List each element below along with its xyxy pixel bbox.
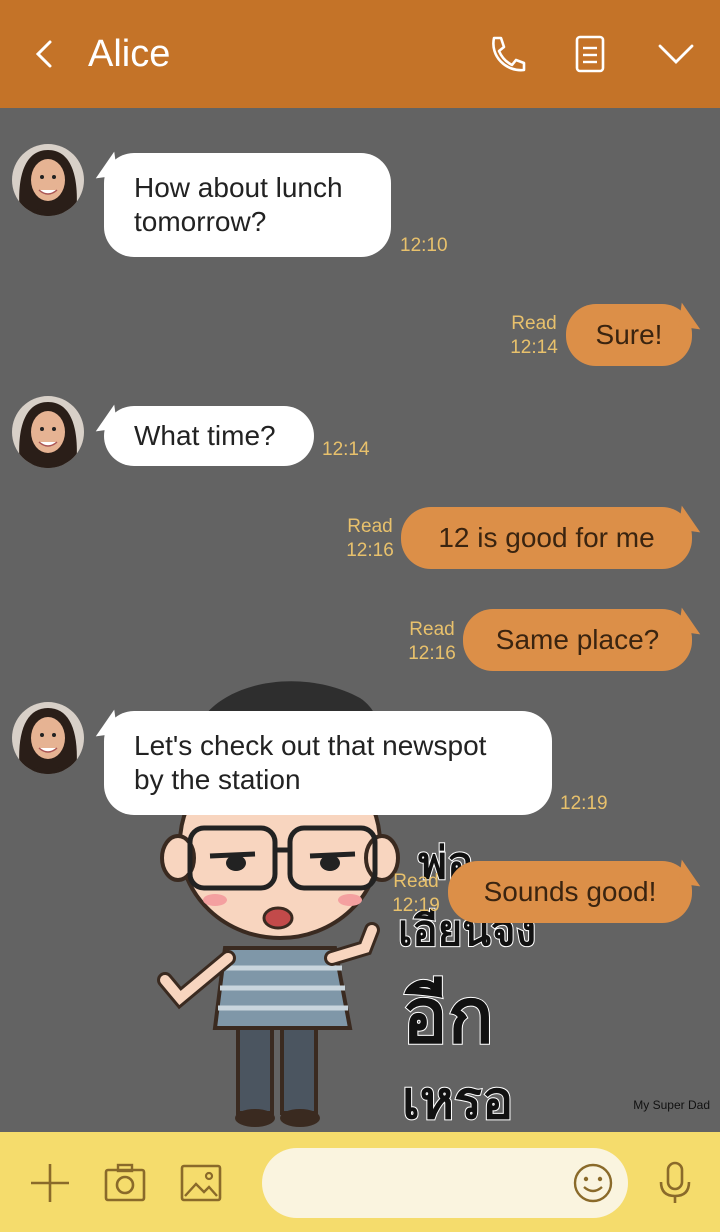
input-bar [0, 1132, 720, 1232]
note-icon[interactable] [568, 32, 612, 76]
message-bubble-out[interactable]: Sure! [566, 304, 692, 366]
message-bubble-out[interactable]: 12 is good for me [401, 507, 692, 569]
chat-header: Alice [0, 0, 720, 108]
camera-icon[interactable] [102, 1160, 148, 1206]
smile-icon[interactable] [572, 1162, 614, 1204]
message-read-time: Read 12:16 [404, 618, 460, 666]
read-status: Read [409, 619, 455, 640]
message-bubble-out[interactable]: Sounds good! [448, 861, 692, 923]
message-read-time: Read 12:19 [388, 870, 444, 918]
message-time: 12:14 [510, 337, 558, 358]
avatar-image [12, 144, 84, 216]
read-status: Read [347, 516, 393, 537]
avatar[interactable] [12, 702, 84, 774]
message-read-time: Read 12:14 [506, 312, 562, 360]
message-bubble-in[interactable]: Let's check out that newspot by the stat… [104, 711, 552, 815]
plus-icon[interactable] [27, 1160, 73, 1206]
message-time: 12:19 [560, 793, 608, 814]
back-chevron-icon[interactable] [26, 34, 66, 74]
image-icon[interactable] [178, 1160, 224, 1206]
sticker-text-4: เหรอ [401, 1070, 514, 1132]
chat-title: Alice [88, 33, 171, 75]
message-time: 12:14 [322, 439, 370, 460]
chevron-down-icon[interactable] [654, 32, 698, 76]
avatar[interactable] [12, 144, 84, 216]
message-bubble-in[interactable]: What time? [104, 406, 314, 466]
phone-icon[interactable] [484, 32, 528, 76]
message-bubble-in[interactable]: How about lunch tomorrow? [104, 153, 391, 257]
avatar[interactable] [12, 396, 84, 468]
avatar-image [12, 702, 84, 774]
message-bubble-out[interactable]: Same place? [463, 609, 692, 671]
chat-area[interactable]: พ่อ เอียนจัง อีก เหรอ My Super Dad How a… [0, 108, 720, 1132]
message-time: 12:19 [392, 895, 440, 916]
message-time: 12:10 [400, 235, 448, 256]
message-time: 12:16 [346, 540, 394, 561]
message-time: 12:16 [408, 643, 456, 664]
mic-icon[interactable] [652, 1160, 698, 1206]
message-read-time: Read 12:16 [342, 515, 398, 563]
read-status: Read [511, 313, 557, 334]
avatar-image [12, 396, 84, 468]
read-status: Read [393, 871, 439, 892]
sticker-credit: My Super Dad [633, 1098, 710, 1112]
